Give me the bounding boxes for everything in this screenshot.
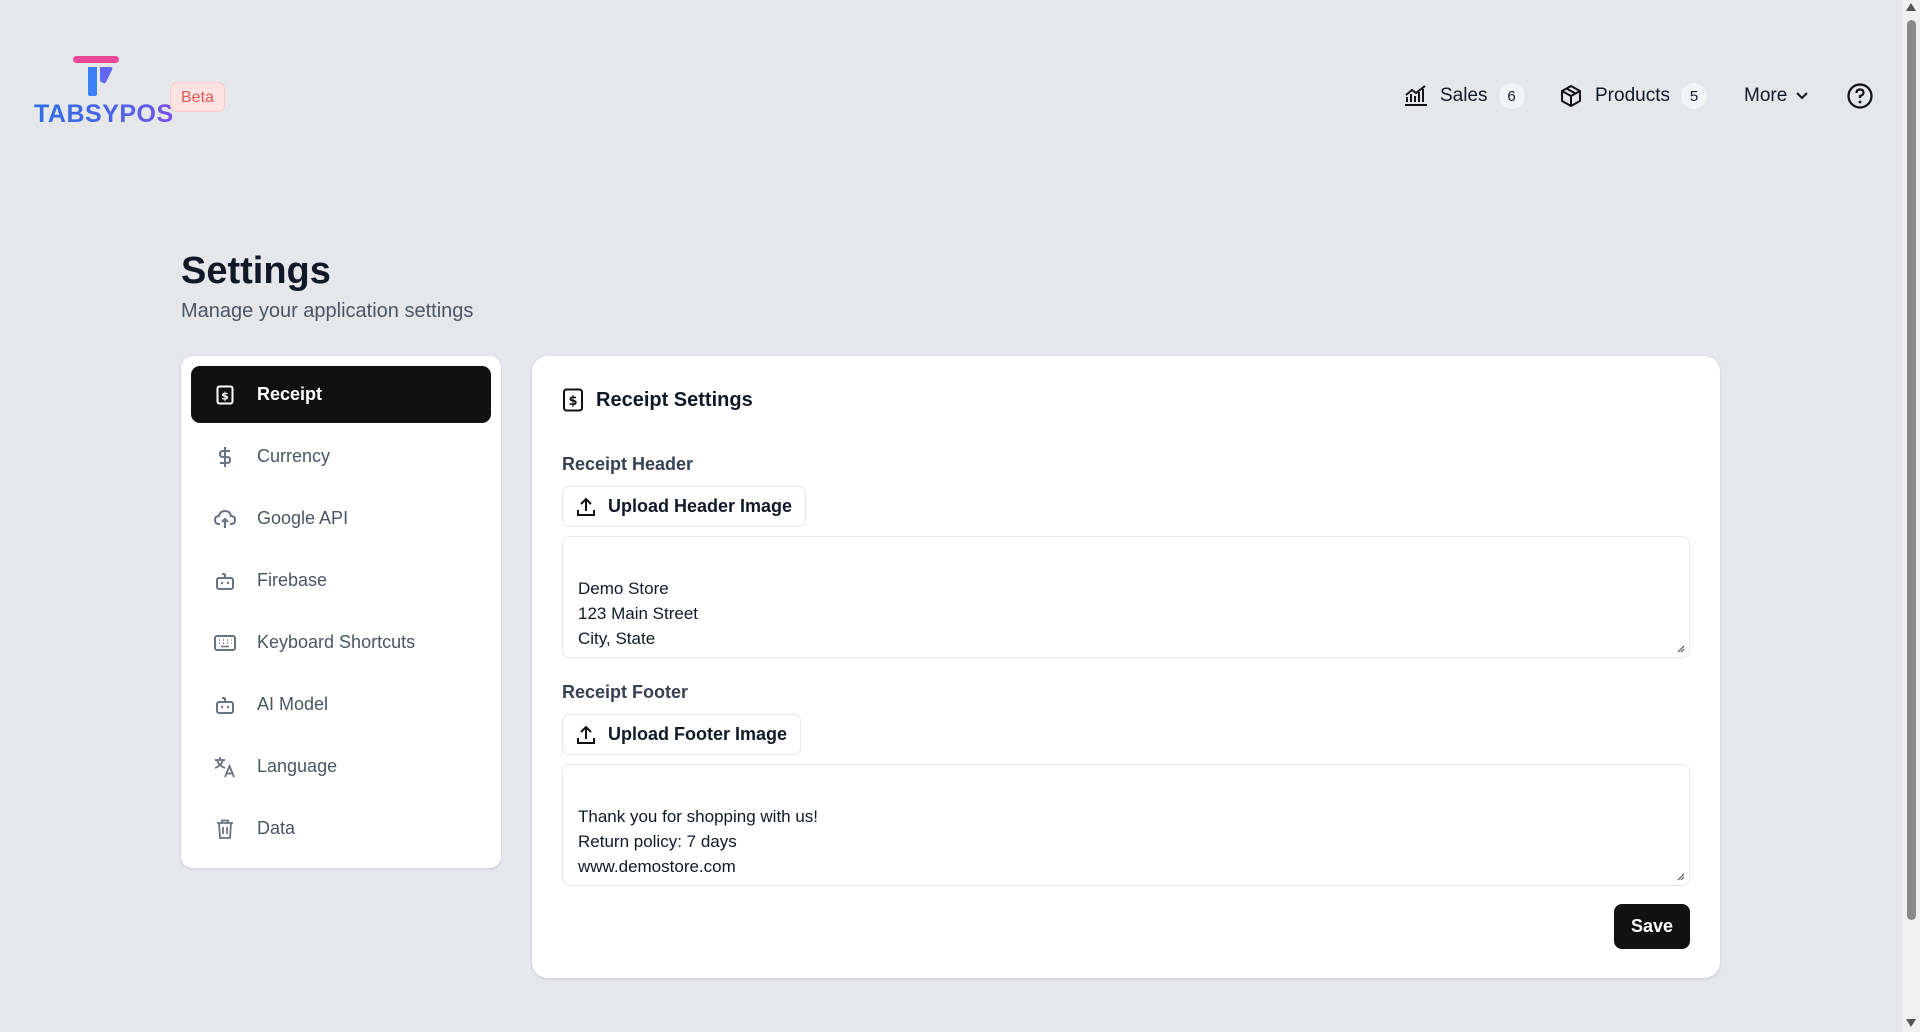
nav-more[interactable]: More bbox=[1744, 78, 1809, 114]
receipt-icon: $ bbox=[563, 388, 583, 412]
svg-text:$: $ bbox=[221, 389, 229, 402]
receipt-footer-textarea[interactable]: Thank you for shopping with us! Return p… bbox=[562, 764, 1690, 886]
scroll-thumb[interactable] bbox=[1907, 20, 1916, 920]
keyboard-icon bbox=[213, 631, 237, 655]
chevron-down-icon bbox=[1796, 92, 1809, 100]
scroll-up-arrow-icon[interactable] bbox=[1906, 3, 1916, 11]
sidebar-item-label: Receipt bbox=[257, 384, 323, 404]
sales-count-badge: 6 bbox=[1497, 82, 1526, 110]
upload-footer-label: Upload Footer Image bbox=[608, 724, 788, 744]
sidebar-item-google-api[interactable]: Google API bbox=[191, 490, 491, 547]
beta-badge: Beta bbox=[170, 82, 225, 112]
top-bar: TABSYPOS Beta Sales 6 Products 5 More bbox=[0, 0, 1902, 190]
sidebar-item-label: Data bbox=[257, 818, 296, 838]
receipt-header-textarea[interactable]: Demo Store 123 Main Street City, State bbox=[562, 536, 1690, 658]
nav-products[interactable]: Products 5 bbox=[1559, 78, 1708, 114]
sidebar-item-label: Google API bbox=[257, 508, 349, 528]
sidebar-item-label: Currency bbox=[257, 446, 331, 466]
sidebar-item-label: Firebase bbox=[257, 570, 328, 590]
sidebar-item-language[interactable]: Language bbox=[191, 738, 491, 795]
chart-icon bbox=[1405, 85, 1427, 106]
sidebar-item-firebase[interactable]: Firebase bbox=[191, 552, 491, 609]
nav-sales-label: Sales bbox=[1440, 85, 1488, 106]
sidebar-item-receipt[interactable]: $ Receipt bbox=[191, 366, 491, 423]
sidebar-item-label: Keyboard Shortcuts bbox=[257, 632, 416, 652]
upload-icon bbox=[577, 725, 595, 744]
logo-mark-icon bbox=[73, 56, 119, 96]
translate-icon bbox=[213, 755, 237, 779]
upload-header-image-button[interactable]: Upload Header Image bbox=[562, 486, 807, 527]
sidebar-item-label: Language bbox=[257, 756, 338, 776]
nav-sales[interactable]: Sales 6 bbox=[1404, 78, 1526, 114]
resize-handle-icon[interactable] bbox=[1675, 871, 1685, 881]
svg-text:$: $ bbox=[568, 394, 577, 409]
page-subtitle: Manage your application settings bbox=[181, 300, 474, 322]
receipt-settings-card: $ Receipt Settings Receipt Header Upload… bbox=[532, 356, 1720, 978]
sidebar-item-data[interactable]: Data bbox=[191, 800, 491, 857]
help-icon[interactable] bbox=[1846, 82, 1874, 110]
card-title: $ Receipt Settings bbox=[562, 388, 753, 412]
package-icon bbox=[1561, 85, 1581, 107]
resize-handle-icon[interactable] bbox=[1675, 643, 1685, 653]
receipt-header-label: Receipt Header bbox=[562, 454, 694, 474]
sidebar-item-ai-model[interactable]: AI Model bbox=[191, 676, 491, 733]
card-title-label: Receipt Settings bbox=[596, 388, 753, 411]
scroll-down-arrow-icon[interactable] bbox=[1906, 1019, 1916, 1027]
nav-products-label: Products bbox=[1595, 85, 1670, 106]
sidebar-item-currency[interactable]: Currency bbox=[191, 428, 491, 485]
app-logo[interactable]: TABSYPOS bbox=[34, 56, 173, 128]
receipt-header-text: Demo Store 123 Main Street City, State bbox=[578, 579, 699, 648]
upload-footer-image-button[interactable]: Upload Footer Image bbox=[562, 714, 802, 755]
trash-icon bbox=[213, 817, 237, 841]
upload-icon bbox=[577, 497, 595, 516]
sidebar-item-label: AI Model bbox=[257, 694, 329, 714]
receipt-footer-label: Receipt Footer bbox=[562, 682, 689, 702]
dollar-icon bbox=[213, 445, 237, 469]
receipt-icon: $ bbox=[213, 383, 237, 407]
page-scrollbar[interactable] bbox=[1902, 0, 1920, 1032]
settings-sidebar: $ Receipt Currency Google API Firebase K… bbox=[181, 356, 501, 868]
save-button[interactable]: Save bbox=[1614, 904, 1690, 949]
bot-icon bbox=[213, 569, 237, 593]
cloud-upload-icon bbox=[213, 507, 237, 531]
sidebar-item-keyboard-shortcuts[interactable]: Keyboard Shortcuts bbox=[191, 614, 491, 671]
receipt-footer-text: Thank you for shopping with us! Return p… bbox=[578, 807, 819, 876]
page-title: Settings bbox=[181, 250, 331, 292]
logo-text: TABSYPOS bbox=[34, 100, 174, 128]
upload-header-label: Upload Header Image bbox=[608, 496, 793, 516]
nav-more-label: More bbox=[1744, 85, 1788, 106]
bot-icon bbox=[213, 693, 237, 717]
products-count-badge: 5 bbox=[1679, 82, 1708, 110]
